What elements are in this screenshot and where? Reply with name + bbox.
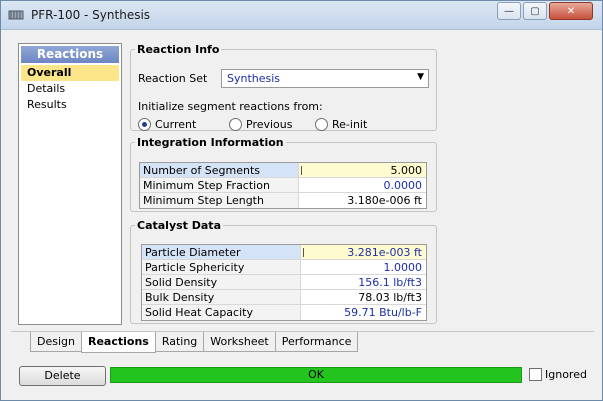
integration-info-legend: Integration Information	[137, 136, 284, 149]
chevron-down-icon: ▼	[417, 72, 424, 82]
particle-diameter-field[interactable]: 3.281e-003 ft	[301, 245, 426, 259]
minimize-icon: —	[504, 5, 514, 17]
reaction-set-value: Synthesis	[227, 72, 281, 85]
sidebar-item-details[interactable]: Details	[21, 81, 119, 97]
radio-reinit-indicator[interactable]	[315, 118, 328, 131]
min-step-length-label: Minimum Step Length	[140, 193, 299, 208]
delete-button[interactable]: Delete	[19, 366, 106, 386]
window-title: PFR-100 - Synthesis	[31, 8, 151, 22]
minimize-button[interactable]: —	[497, 2, 521, 20]
sidebar-header: Reactions	[21, 46, 119, 63]
reaction-set-dropdown[interactable]: Synthesis ▼	[221, 69, 429, 88]
number-of-segments-value: 5.000	[390, 164, 423, 177]
particle-sphericity-field[interactable]: 1.0000	[301, 260, 426, 274]
radio-current-indicator[interactable]	[138, 118, 151, 131]
radio-previous[interactable]: Previous	[229, 118, 293, 131]
number-of-segments-label: Number of Segments	[140, 163, 299, 177]
catalyst-grid: Particle Diameter 3.281e-003 ft Particle…	[141, 244, 427, 321]
integration-grid: Number of Segments 5.000 Minimum Step Fr…	[139, 162, 427, 209]
tab-reactions[interactable]: Reactions	[80, 332, 156, 353]
radio-reinit-label: Re-init	[332, 118, 368, 131]
solid-heat-capacity-value: 59.71 Btu/lb-F	[344, 306, 422, 319]
radio-current[interactable]: Current	[138, 118, 196, 131]
min-step-length-value: 3.180e-006 ft	[347, 194, 422, 207]
maximize-icon: ▢	[530, 5, 540, 17]
title-bar[interactable]: PFR-100 - Synthesis — ▢ ✕	[1, 1, 602, 30]
radio-previous-indicator[interactable]	[229, 118, 242, 131]
maximize-button[interactable]: ▢	[523, 2, 547, 20]
ignored-checkbox[interactable]	[529, 368, 542, 381]
catalyst-data-group: Catalyst Data Particle Diameter 3.281e-0…	[130, 219, 437, 324]
pfr-app-icon	[8, 10, 24, 20]
solid-heat-capacity-field[interactable]: 59.71 Btu/lb-F	[301, 305, 426, 320]
status-bar: OK	[110, 367, 522, 383]
particle-diameter-label: Particle Diameter	[142, 245, 301, 259]
radio-current-label: Current	[155, 118, 197, 131]
table-row: Particle Diameter 3.281e-003 ft	[142, 245, 426, 260]
solid-density-label: Solid Density	[142, 275, 301, 289]
catalyst-data-legend: Catalyst Data	[137, 219, 221, 232]
table-row: Minimum Step Fraction 0.0000	[140, 178, 426, 193]
particle-sphericity-label: Particle Sphericity	[142, 260, 301, 274]
table-row: Solid Density 156.1 lb/ft3	[142, 275, 426, 290]
solid-density-value: 156.1 lb/ft3	[358, 276, 422, 289]
sidebar-item-overall[interactable]: Overall	[21, 65, 119, 81]
bulk-density-value: 78.03 lb/ft3	[358, 291, 422, 304]
reaction-info-legend: Reaction Info	[137, 43, 220, 56]
particle-diameter-value: 3.281e-003 ft	[347, 246, 422, 259]
tab-design[interactable]: Design	[30, 332, 82, 352]
min-step-fraction-label: Minimum Step Fraction	[140, 178, 299, 192]
min-step-fraction-value: 0.0000	[383, 179, 423, 192]
resize-handle-icon	[303, 248, 304, 257]
close-icon: ✕	[566, 5, 576, 17]
sidebar-item-results[interactable]: Results	[21, 97, 119, 113]
radio-reinit[interactable]: Re-init	[315, 118, 367, 131]
tab-performance[interactable]: Performance	[274, 332, 359, 352]
init-segment-label: Initialize segment reactions from:	[138, 100, 323, 113]
tab-strip: Design Reactions Rating Worksheet Perfor…	[30, 332, 359, 353]
min-step-fraction-field[interactable]: 0.0000	[299, 178, 426, 192]
reaction-set-label: Reaction Set	[138, 72, 208, 85]
particle-sphericity-value: 1.0000	[383, 261, 423, 274]
table-row: Minimum Step Length 3.180e-006 ft	[140, 193, 426, 208]
table-row: Solid Heat Capacity 59.71 Btu/lb-F	[142, 305, 426, 320]
solid-heat-capacity-label: Solid Heat Capacity	[142, 305, 301, 320]
table-row: Number of Segments 5.000	[140, 163, 426, 178]
pfr-window: PFR-100 - Synthesis — ▢ ✕ Reactions Over…	[0, 0, 603, 401]
tab-worksheet[interactable]: Worksheet	[203, 332, 276, 352]
number-of-segments-field[interactable]: 5.000	[299, 163, 426, 177]
reactions-sidebar: Reactions Overall Details Results	[18, 43, 122, 325]
min-step-length-field[interactable]: 3.180e-006 ft	[299, 193, 426, 208]
table-row: Bulk Density 78.03 lb/ft3	[142, 290, 426, 305]
ignored-label: Ignored	[545, 368, 587, 381]
resize-handle-icon	[301, 166, 302, 175]
tab-rating[interactable]: Rating	[154, 332, 205, 352]
solid-density-field[interactable]: 156.1 lb/ft3	[301, 275, 426, 289]
integration-info-group: Integration Information Number of Segmen…	[130, 136, 437, 212]
radio-previous-label: Previous	[246, 118, 293, 131]
bulk-density-field[interactable]: 78.03 lb/ft3	[301, 290, 426, 304]
close-button[interactable]: ✕	[549, 2, 593, 20]
table-row: Particle Sphericity 1.0000	[142, 260, 426, 275]
reaction-info-group: Reaction Info Reaction Set Synthesis ▼ I…	[130, 43, 437, 131]
bulk-density-label: Bulk Density	[142, 290, 301, 304]
